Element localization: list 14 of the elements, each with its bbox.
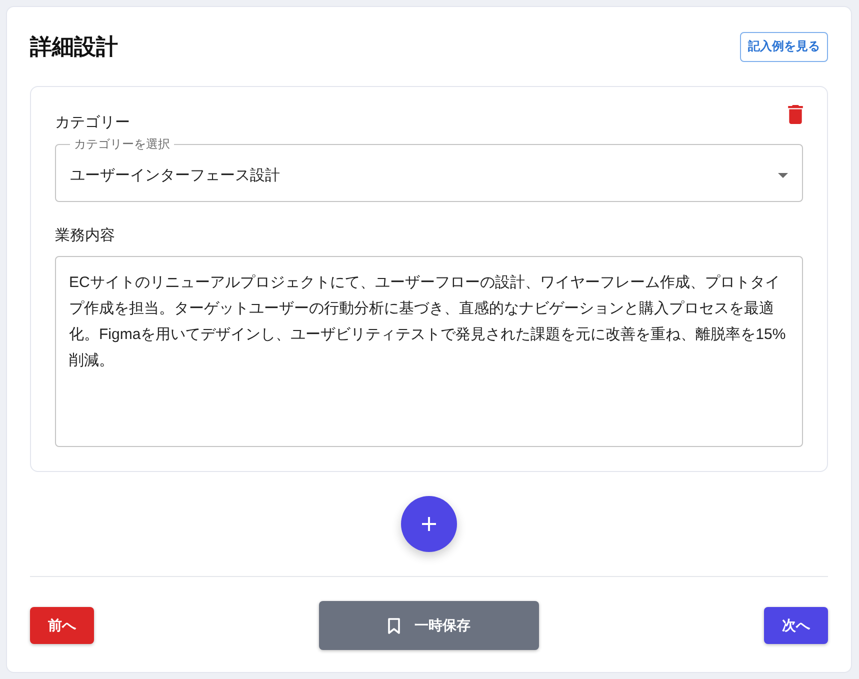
add-button[interactable] [401,496,457,552]
description-field[interactable]: ECサイトのリニューアルプロジェクトにて、ユーザーフローの設計、ワイヤーフレーム作成、プロトタイプ作成を担当。ターゲットユーザーの行動分析に基づき、直感的なナビゲーションと購入プロセスを最適化。Figmaを用いてデザインし、ユーザビリティテストで発見された課題を元に改善を重ね、離脱率を15%削減。 [55,256,803,447]
back-button[interactable]: 前へ [30,607,94,644]
example-button[interactable]: 記入例を見る [740,32,828,62]
field-label: 業務内容 [55,226,115,246]
bookmark-icon [388,618,400,634]
next-button[interactable]: 次へ [764,607,828,644]
caret-icon [778,172,788,178]
field-label: カテゴリー [55,113,130,133]
trash-icon[interactable] [788,105,803,124]
category-select[interactable]: カテゴリーを選択 ユーザーインターフェース設計 [55,137,803,202]
page-title: 詳細設計 [30,32,118,60]
plus-icon [422,517,436,531]
save-draft-button[interactable]: 一時保存 [319,601,539,650]
